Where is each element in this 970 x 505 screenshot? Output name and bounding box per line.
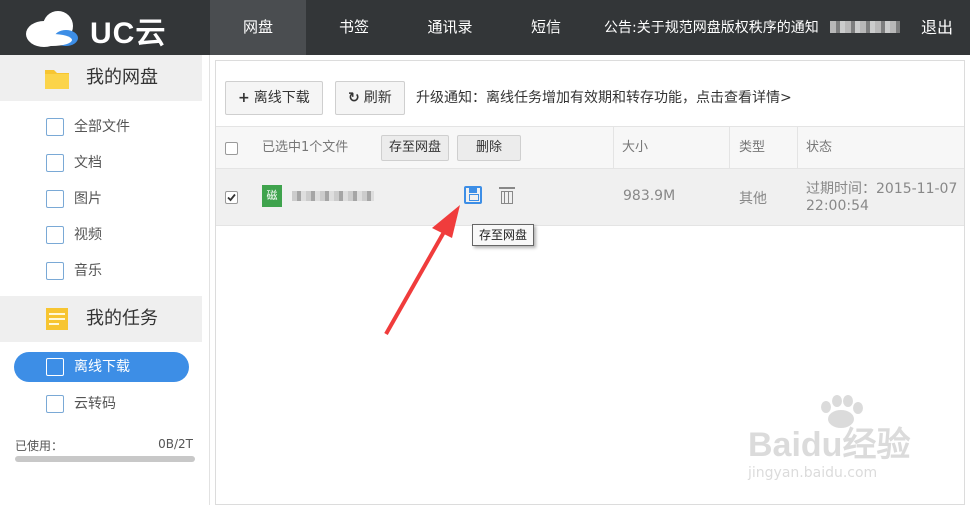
list-icon [46,118,64,136]
sidebar-item-label: 图片 [74,191,102,207]
checkmark-icon [227,193,236,202]
row-checkbox[interactable] [225,191,238,204]
nav-tab-bookmarks[interactable]: 书签 [306,0,402,55]
refresh-icon: ↻ [348,90,360,106]
expiry-time: 过期时间：2015-11-07 [806,181,958,197]
nav-tab-sms[interactable]: 短信 [498,0,594,55]
table-header: 已选中1个文件 存至网盘 删除 大小 类型 状态 [216,126,964,169]
document-icon [46,154,64,172]
main-nav: 网盘 书签 通讯录 短信 [210,0,594,55]
list-icon [46,358,64,376]
music-icon [46,262,64,280]
image-icon [46,190,64,208]
sidebar-item-documents[interactable]: 文档 [0,147,202,179]
list-icon [46,395,64,413]
offline-download-button[interactable]: + 离线下载 [225,81,323,115]
column-divider [729,127,730,169]
notepad-icon [46,308,68,330]
logout-button[interactable]: 退出 [921,0,953,55]
column-divider [797,127,798,169]
sidebar: 我的网盘 全部文件 文档 图片 视频 音乐 我的任务 离线下载 云转码 已使用：… [0,55,210,505]
column-divider [613,127,614,169]
annotation-arrow-icon [384,205,460,335]
sidebar-item-images[interactable]: 图片 [0,183,202,215]
trash-icon[interactable] [499,187,515,204]
file-size: 983.9M [623,188,676,204]
usage-progress-bar [15,456,195,462]
sidebar-item-label: 云转码 [74,396,116,412]
usage-label: 已使用： [15,439,64,453]
table-row[interactable]: 磁 983.9M 其他 过期时间：2015-11-07 22:00:54 [216,169,964,226]
sidebar-item-label: 音乐 [74,263,102,279]
save-tooltip: 存至网盘 [472,224,535,246]
file-name-redacted[interactable] [292,191,374,201]
username-redacted[interactable] [830,21,900,33]
brand-name: UC云 [90,17,167,50]
column-header-type: 类型 [739,140,766,155]
sidebar-item-music[interactable]: 音乐 [0,255,202,287]
button-label: 离线下载 [253,90,310,106]
button-label: 刷新 [363,90,392,106]
nav-tab-netdisk[interactable]: 网盘 [210,0,306,55]
section-title: 我的网盘 [86,67,158,88]
expiry-time-clock: 22:00:54 [806,198,869,214]
section-my-tasks: 我的任务 [0,296,202,342]
selected-count: 已选中1个文件 [262,140,349,155]
video-icon [46,226,64,244]
magnet-file-icon: 磁 [262,185,282,207]
sidebar-item-offline-download[interactable]: 离线下载 [14,352,189,382]
sidebar-item-label: 文档 [74,155,102,171]
sidebar-item-label: 全部文件 [74,119,130,135]
sidebar-item-cloud-transcode[interactable]: 云转码 [0,388,202,420]
refresh-button[interactable]: ↻ 刷新 [335,81,405,115]
sidebar-item-label: 视频 [74,227,102,243]
top-bar: UC云 网盘 书签 通讯录 短信 公告:关于规范网盘版权秩序的通知 退出 [0,0,970,55]
save-to-netdisk-button[interactable]: 存至网盘 [381,135,450,161]
logo[interactable]: UC云 [0,0,210,55]
usage-value: 0B/2T [158,437,193,451]
column-header-status: 状态 [806,140,833,155]
file-type: 其他 [739,191,767,207]
sidebar-item-all-files[interactable]: 全部文件 [0,111,202,143]
plus-icon: + [238,90,250,106]
nav-tab-contacts[interactable]: 通讯录 [402,0,498,55]
section-title: 我的任务 [86,308,158,329]
toolbar: + 离线下载 ↻ 刷新 升级通知：离线任务增加有效期和转存功能，点击查看详情> [216,61,964,126]
column-header-size: 大小 [622,140,649,155]
section-my-netdisk: 我的网盘 [0,55,202,101]
sidebar-item-label: 离线下载 [74,359,130,375]
folder-icon [45,70,69,89]
main-panel: + 离线下载 ↻ 刷新 升级通知：离线任务增加有效期和转存功能，点击查看详情> 已选… [215,60,965,505]
select-all-checkbox[interactable] [225,142,238,155]
sidebar-item-videos[interactable]: 视频 [0,219,202,251]
upgrade-notice-link[interactable]: 升级通知：离线任务增加有效期和转存功能，点击查看详情> [416,81,792,115]
cloud-logo-icon [26,11,78,47]
delete-button[interactable]: 删除 [457,135,522,161]
announcement-link[interactable]: 公告:关于规范网盘版权秩序的通知 [604,0,819,55]
